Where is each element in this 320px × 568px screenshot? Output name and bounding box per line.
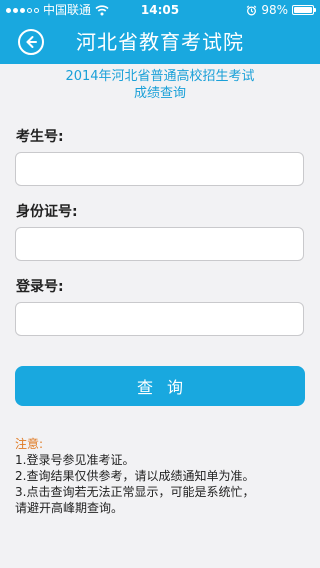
- exam-number-label: 考生号:: [16, 129, 64, 145]
- notice-line: 2.查询结果仅供参考，请以成绩通知单为准。: [15, 469, 255, 483]
- nav-bar: 河北省教育考试院: [0, 20, 320, 64]
- battery-fill: [294, 7, 312, 13]
- subtitle-line-1: 2014年河北省普通高校招生考试: [65, 69, 255, 84]
- login-number-label: 登录号:: [16, 279, 64, 295]
- notice-line: 请避开高峰期查询。: [15, 501, 124, 515]
- battery-icon: [292, 5, 316, 15]
- id-number-field[interactable]: [15, 227, 304, 261]
- notice-line: 1.登录号参见准考证。: [15, 453, 135, 467]
- notice-title: 注意:: [15, 437, 44, 451]
- status-bar: 中国联通 14:05 98%: [0, 0, 320, 20]
- subtitle-line-2: 成绩查询: [133, 86, 186, 101]
- exam-number-field[interactable]: [15, 152, 304, 186]
- notice-line: 3.点击查询若无法正常显示，可能是系统忙，: [15, 485, 255, 499]
- page-title: 河北省教育考试院: [76, 30, 244, 54]
- status-right: 98%: [246, 0, 316, 20]
- battery-percent: 98%: [261, 3, 288, 17]
- top-bar: 中国联通 14:05 98% 河北省教育考试院: [0, 0, 320, 64]
- exam-subtitle: 2014年河北省普通高校招生考试 成绩查询: [0, 68, 320, 102]
- id-number-label: 身份证号:: [16, 204, 78, 220]
- alarm-icon: [247, 4, 257, 15]
- query-button[interactable]: 查询: [15, 366, 305, 406]
- login-number-field[interactable]: [15, 302, 304, 336]
- notice-section: 注意: 1.登录号参见准考证。 2.查询结果仅供参考，请以成绩通知单为准。 3.…: [15, 436, 310, 516]
